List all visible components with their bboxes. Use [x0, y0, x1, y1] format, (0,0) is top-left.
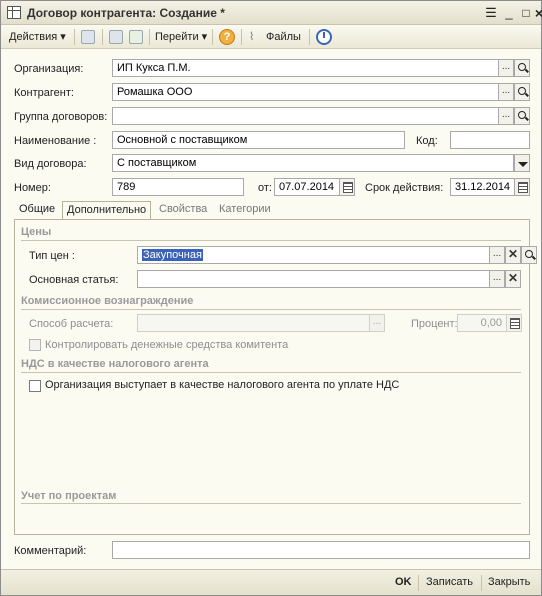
price-type-label: Тип цен :: [29, 250, 75, 262]
toolbar-divider: [149, 29, 150, 45]
term-label: Срок действия:: [365, 182, 444, 194]
percent-label: Процент:: [411, 318, 458, 330]
calendar-icon[interactable]: [514, 178, 530, 196]
contractor-select-button[interactable]: ...: [498, 83, 514, 101]
date-field[interactable]: 07.07.2014: [274, 178, 340, 196]
vat-group-title: НДС в качестве налогового агента: [21, 358, 209, 370]
comment-field[interactable]: [112, 541, 530, 559]
control-funds-checkbox[interactable]: [29, 339, 41, 351]
document-icon: [7, 6, 21, 19]
term-field[interactable]: 31.12.2014: [450, 178, 515, 196]
group-divider: [21, 372, 521, 373]
menu-icon[interactable]: ☰: [483, 5, 499, 21]
price-type-select-button[interactable]: ...: [489, 246, 505, 264]
files-button[interactable]: Файлы: [266, 29, 301, 45]
vat-agent-checkbox[interactable]: [29, 380, 41, 392]
kind-label: Вид договора:: [14, 158, 87, 170]
tab-properties[interactable]: Свойства: [155, 201, 211, 219]
goto-label: Перейти: [155, 31, 199, 43]
number-field[interactable]: 789: [112, 178, 244, 196]
toolbar-divider: [102, 29, 103, 45]
contractor-field[interactable]: Ромашка ООО: [112, 83, 500, 101]
tab-general[interactable]: Общие: [15, 201, 59, 219]
percent-field[interactable]: 0,00: [457, 314, 507, 332]
bottom-divider: [418, 575, 419, 591]
number-label: Номер:: [14, 182, 51, 194]
toolbar-divider: [212, 29, 213, 45]
add-icon[interactable]: [129, 30, 143, 44]
main-item-field[interactable]: [137, 270, 507, 288]
toolbar-divider: [309, 29, 310, 45]
goto-menu[interactable]: Перейти ▾: [155, 29, 207, 45]
org-field[interactable]: ИП Кукса П.М.: [112, 59, 500, 77]
tab-categories[interactable]: Категории: [215, 201, 275, 219]
price-type-value: Закупочная: [142, 249, 203, 261]
ok-button[interactable]: OK: [395, 576, 412, 588]
commission-group-title: Комиссионное вознаграждение: [21, 295, 194, 307]
main-item-select-button[interactable]: ...: [489, 270, 505, 288]
clear-icon[interactable]: ✕: [505, 246, 521, 264]
group-divider: [21, 503, 521, 504]
actions-label: Действия: [9, 31, 58, 43]
bottom-bar: OK Записать Закрыть: [1, 569, 541, 595]
save-button[interactable]: Записать: [426, 576, 473, 588]
group-select-button[interactable]: ...: [498, 107, 514, 125]
projects-group-title: Учет по проектам: [21, 490, 117, 502]
contractor-label: Контрагент:: [14, 87, 74, 99]
paperclip-icon[interactable]: ⌇: [249, 29, 254, 45]
code-field[interactable]: [450, 131, 530, 149]
calendar-icon[interactable]: [339, 178, 355, 196]
toolbar: Действия ▾ Перейти ▾ ? ⌇ Файлы: [1, 25, 541, 49]
minimize-icon[interactable]: _: [501, 5, 517, 21]
contract-window: Договор контрагента: Создание * ☰ _ □ × …: [0, 0, 542, 596]
search-icon[interactable]: [514, 83, 530, 101]
clear-icon[interactable]: ✕: [505, 270, 521, 288]
kind-field[interactable]: С поставщиком: [112, 154, 514, 172]
prices-group-title: Цены: [21, 226, 52, 238]
search-icon[interactable]: [521, 246, 537, 264]
price-type-field[interactable]: Закупочная: [137, 246, 491, 264]
refresh-icon[interactable]: [316, 29, 332, 45]
toolbar-divider: [241, 29, 242, 45]
vat-agent-label: Организация выступает в качестве налогов…: [45, 379, 400, 391]
comment-label: Комментарий:: [14, 545, 87, 557]
group-divider: [21, 240, 521, 241]
close-button[interactable]: Закрыть: [488, 576, 530, 588]
name-field[interactable]: Основной с поставщиком: [112, 131, 405, 149]
tab-additional[interactable]: Дополнительно: [62, 201, 152, 220]
name-label: Наименование :: [14, 135, 97, 147]
group-field[interactable]: [112, 107, 500, 125]
control-funds-label: Контролировать денежные средства комитен…: [45, 339, 289, 351]
group-divider: [21, 309, 521, 310]
help-icon[interactable]: ?: [219, 29, 235, 45]
date-label: от:: [258, 182, 272, 194]
close-icon[interactable]: ×: [531, 5, 542, 21]
bottom-divider: [481, 575, 482, 591]
calc-method-select-button[interactable]: ...: [369, 314, 385, 332]
code-label: Код:: [416, 135, 438, 147]
group-label: Группа договоров:: [14, 111, 108, 123]
calc-method-field[interactable]: [137, 314, 370, 332]
org-label: Организация:: [14, 63, 84, 75]
actions-menu[interactable]: Действия ▾: [9, 29, 66, 45]
calc-method-label: Способ расчета:: [29, 318, 114, 330]
copy-icon[interactable]: [109, 30, 123, 44]
chevron-down-icon[interactable]: [514, 154, 530, 172]
edit-icon[interactable]: [81, 30, 95, 44]
toolbar-divider: [74, 29, 75, 45]
window-title: Договор контрагента: Создание *: [27, 6, 225, 20]
calculator-icon[interactable]: [506, 314, 522, 332]
additional-panel: Цены Тип цен : Закупочная ... ✕ Основная…: [14, 219, 537, 535]
search-icon[interactable]: [514, 59, 530, 77]
title-bar: Договор контрагента: Создание * ☰ _ □ ×: [1, 1, 542, 25]
search-icon[interactable]: [514, 107, 530, 125]
main-item-label: Основная статья:: [29, 274, 119, 286]
org-select-button[interactable]: ...: [498, 59, 514, 77]
